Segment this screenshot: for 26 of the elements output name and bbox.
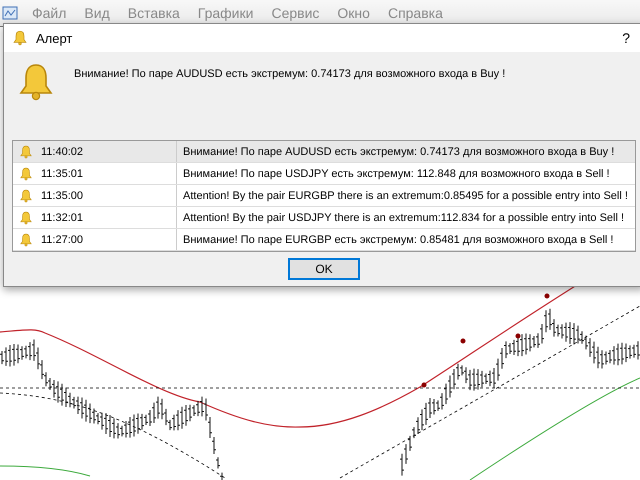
alert-time: 11:27:00 <box>41 234 84 246</box>
alert-row[interactable]: 11:32:01 Attention! By the pair USDJPY there is an extremum:112.834 for a possible entry into Sell ! <box>13 207 635 229</box>
alert-text: Внимание! По паре EURGBP есть экстремум: 0.85481 для возможного входа в Sell ! <box>182 234 614 246</box>
bell-icon <box>19 166 33 180</box>
alert-message: Внимание! По паре AUDUSD есть экстремум: 0.74173 для возможного входа в Buy ! <box>74 68 506 80</box>
bell-icon <box>19 188 33 202</box>
alert-row[interactable]: 11:27:00 Внимание! По паре EURGBP есть экстремум: 0.85481 для возможного входа в Sell ! <box>13 229 635 251</box>
alert-row[interactable]: 11:35:00 Attention! By the pair EURGBP there is an extremum:0.85495 for a possible entry into Sell ! <box>13 185 635 207</box>
alert-row[interactable]: 11:35:01 Внимание! По паре USDJPY есть экстремум: 112.848 для возможного входа в Sell ! <box>13 163 635 185</box>
alert-row[interactable]: 11:40:02 Внимание! По паре AUDUSD есть экстремум: 0.74173 для возможного входа в Buy ! <box>13 141 635 163</box>
alert-time: 11:32:01 <box>41 212 84 224</box>
alert-text: Внимание! По паре USDJPY есть экстремум: 112.848 для возможного входа в Sell ! <box>182 168 610 180</box>
bell-icon <box>19 232 33 246</box>
alert-time: 11:35:00 <box>41 190 84 202</box>
alert-time: 11:35:01 <box>41 168 84 180</box>
alert-time: 11:40:02 <box>41 146 84 158</box>
chart-window-icon[interactable] <box>2 5 18 21</box>
bell-icon <box>19 210 33 224</box>
alert-text: Внимание! По паре AUDUSD есть экстремум: 0.74173 для возможного входа в Buy ! <box>182 146 614 158</box>
bell-icon <box>19 144 33 158</box>
ok-button[interactable]: OK <box>288 258 360 280</box>
bell-icon <box>12 30 28 46</box>
alert-text: Attention! By the pair EURGBP there is an extremum:0.85495 for a possible entry into Sell ! <box>182 190 628 202</box>
alert-text: Attention! By the pair USDJPY there is an extremum:112.834 for a possible entry into Sell ! <box>182 212 624 224</box>
help-button[interactable]: ? <box>622 30 630 46</box>
dialog-title: Алерт <box>36 30 74 46</box>
